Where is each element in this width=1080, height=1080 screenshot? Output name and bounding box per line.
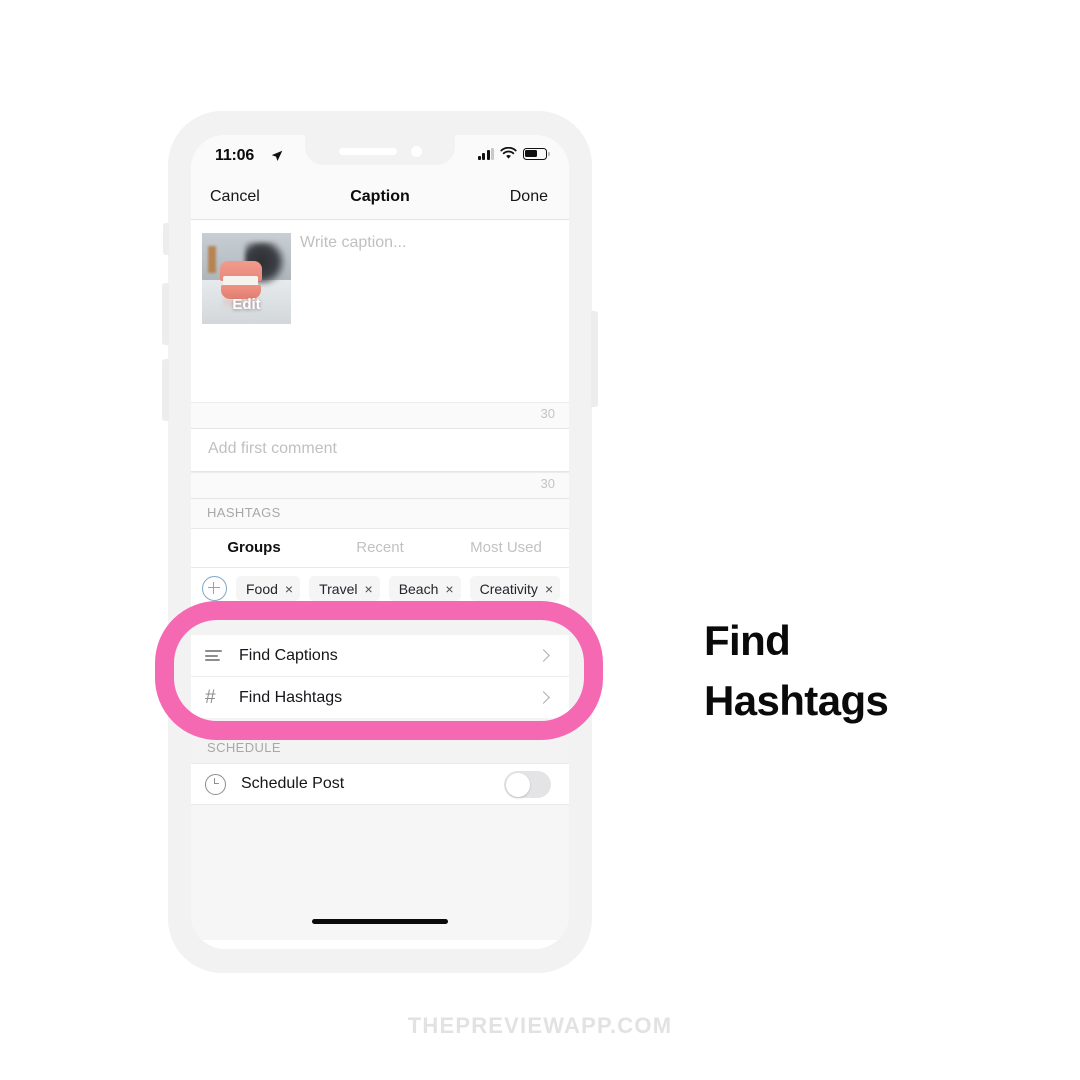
hashtag-group-chips: Food × Travel × Beach × Creativity × [191, 568, 569, 609]
device-notch [305, 135, 455, 165]
find-list: Find Captions # Find Hashtags [191, 635, 569, 718]
chevron-right-icon [537, 690, 550, 704]
edit-thumbnail-label[interactable]: Edit [202, 296, 291, 313]
navigation-bar: Cancel Caption Done [191, 179, 569, 220]
hashtags-section-header: HASHTAGS [191, 499, 569, 528]
hashtag-group-chip[interactable]: Creativity × [469, 576, 561, 601]
schedule-post-toggle[interactable] [504, 771, 551, 798]
phone-device-frame: 11:06 Cancel Caption Done Edit Write cap… [162, 111, 598, 973]
annotation-text: Find Hashtags [704, 611, 1034, 730]
status-time: 11:06 [215, 147, 255, 164]
find-hashtags-row[interactable]: # Find Hashtags [191, 676, 569, 718]
status-bar: 11:06 [191, 135, 569, 179]
chip-label: Food [246, 580, 278, 597]
close-icon[interactable]: × [285, 582, 293, 596]
close-icon[interactable]: × [545, 582, 553, 596]
watermark: THEPREVIEWAPP.COM [407, 1013, 673, 1038]
battery-icon [523, 147, 550, 160]
schedule-post-label: Schedule Post [241, 775, 345, 792]
volume-up-button[interactable] [162, 283, 169, 345]
caption-section: Edit Write caption... [191, 220, 569, 402]
hashtags-section-label: HASHTAGS [207, 505, 281, 520]
find-captions-row[interactable]: Find Captions [191, 635, 569, 676]
wifi-icon [500, 147, 517, 159]
cellular-signal-icon [477, 147, 494, 160]
phone-screen: 11:06 Cancel Caption Done Edit Write cap… [191, 135, 569, 949]
hashtag-group-chip[interactable]: Beach × [388, 576, 461, 601]
toggle-knob [505, 772, 530, 797]
earpiece-speaker [339, 148, 397, 155]
annotation-line-1: Find [704, 617, 791, 664]
status-indicators [477, 147, 550, 160]
silent-switch-button[interactable] [163, 223, 169, 255]
comment-counter-row: 30 [191, 472, 569, 499]
tab-recent[interactable]: Recent [317, 529, 443, 567]
hashtag-group-chip[interactable]: Travel × [309, 576, 380, 601]
comment-character-counter: 30 [540, 476, 555, 491]
hashtag-tabs: Groups Recent Most Used [191, 528, 569, 568]
annotation-line-2: Hashtags [704, 676, 889, 724]
hashtag-group-chip[interactable]: Food × [236, 576, 301, 601]
text-lines-icon [205, 649, 229, 662]
caption-input[interactable]: Write caption... [300, 234, 557, 252]
schedule-post-row[interactable]: Schedule Post [191, 763, 569, 805]
chip-label: Travel [319, 580, 358, 597]
home-indicator[interactable] [312, 919, 448, 924]
caption-character-counter: 30 [540, 406, 555, 421]
first-comment-input[interactable]: Add first comment [208, 440, 337, 458]
tab-groups[interactable]: Groups [191, 529, 317, 567]
first-comment-row[interactable]: Add first comment [191, 429, 569, 472]
section-gap [191, 609, 569, 635]
done-button[interactable]: Done [510, 188, 548, 206]
volume-down-button[interactable] [162, 359, 169, 421]
section-gap [191, 718, 569, 737]
find-captions-label: Find Captions [239, 646, 338, 664]
find-hashtags-label: Find Hashtags [239, 688, 343, 706]
location-arrow-icon [271, 149, 283, 167]
clock-icon [205, 773, 226, 795]
chevron-right-icon [537, 648, 550, 662]
close-icon[interactable]: × [445, 582, 453, 596]
chip-label: Beach [398, 580, 439, 597]
hash-icon: # [205, 687, 216, 708]
caption-counter-row: 30 [191, 402, 569, 429]
power-button[interactable] [591, 311, 598, 407]
chip-label: Creativity [479, 580, 538, 597]
front-camera [411, 146, 422, 157]
tab-most-used[interactable]: Most Used [443, 529, 569, 567]
screen-filler [191, 805, 569, 940]
close-icon[interactable]: × [365, 582, 373, 596]
plus-circle-icon[interactable] [202, 576, 227, 601]
schedule-section-header: SCHEDULE [191, 737, 569, 763]
post-thumbnail[interactable]: Edit [202, 233, 291, 324]
schedule-section-label: SCHEDULE [207, 740, 281, 755]
